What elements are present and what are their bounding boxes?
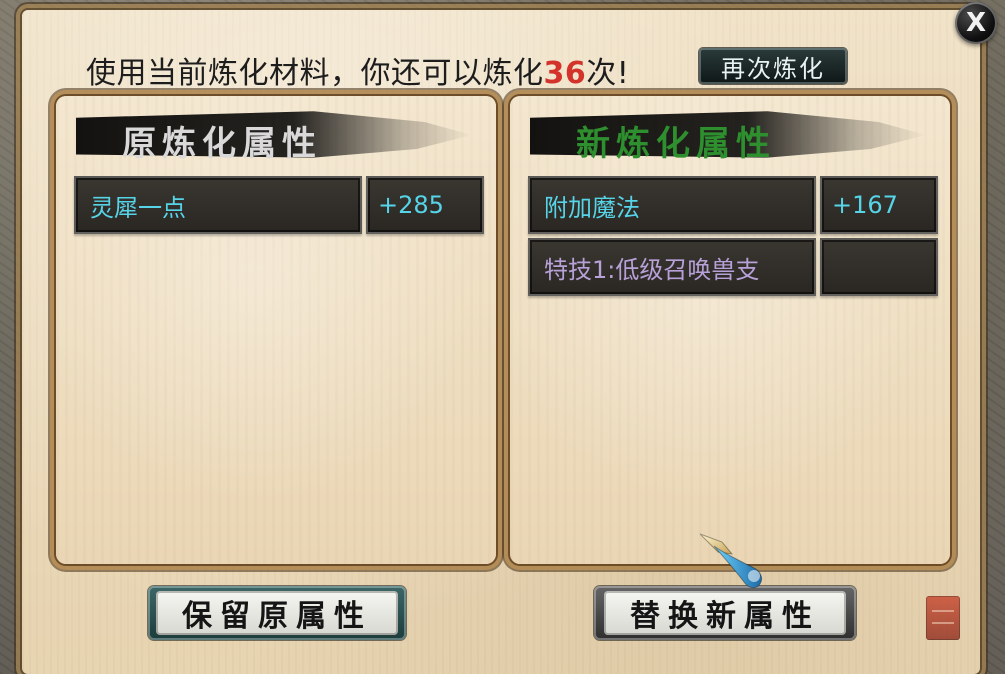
close-icon: X <box>965 8 987 38</box>
new-skill-name-cell: 特技1:低级召唤兽支 <box>528 238 816 296</box>
keep-original-button[interactable]: 保留原属性 <box>148 586 406 640</box>
new-attribute-value-cell: +167 <box>820 176 938 234</box>
original-attributes-panel: 原炼化属性 灵犀一点 +285 <box>56 96 496 564</box>
remaining-refines-prefix: 使用当前炼化材料，你还可以炼化 <box>86 56 544 91</box>
new-attribute-name-cell: 附加魔法 <box>528 176 816 234</box>
original-attributes-header: 原炼化属性 <box>76 108 472 164</box>
original-attribute-name: 灵犀一点 <box>90 193 186 222</box>
remaining-refines-count: 36 <box>543 56 587 91</box>
remaining-refines-text: 使用当前炼化材料，你还可以炼化36次! <box>86 48 629 92</box>
new-attribute-row: 附加魔法 +167 <box>528 176 938 234</box>
original-attribute-value: +285 <box>378 191 444 219</box>
new-attributes-header: 新炼化属性 <box>530 108 926 164</box>
keep-original-label: 保留原属性 <box>156 591 398 635</box>
replace-new-button[interactable]: 替换新属性 <box>594 586 856 640</box>
seal-stamp-icon <box>926 596 960 640</box>
remaining-refines-suffix: 次! <box>586 56 630 91</box>
original-attribute-name-cell: 灵犀一点 <box>74 176 362 234</box>
new-skill-name: 特技1:低级召唤兽支 <box>544 255 760 284</box>
new-attribute-value: +167 <box>832 191 898 219</box>
new-attributes-title: 新炼化属性 <box>576 124 776 164</box>
original-attribute-row: 灵犀一点 +285 <box>74 176 484 234</box>
refine-again-button[interactable]: 再次炼化 <box>699 48 847 84</box>
new-attribute-name: 附加魔法 <box>544 193 640 222</box>
new-skill-row: 特技1:低级召唤兽支 <box>528 238 938 296</box>
new-skill-value-cell <box>820 238 938 296</box>
replace-new-label: 替换新属性 <box>604 591 846 635</box>
original-attributes-title: 原炼化属性 <box>122 124 322 164</box>
new-attributes-panel: 新炼化属性 附加魔法 +167 特技1:低级召唤兽支 <box>510 96 950 564</box>
close-button[interactable]: X <box>955 2 997 44</box>
original-attribute-value-cell: +285 <box>366 176 484 234</box>
